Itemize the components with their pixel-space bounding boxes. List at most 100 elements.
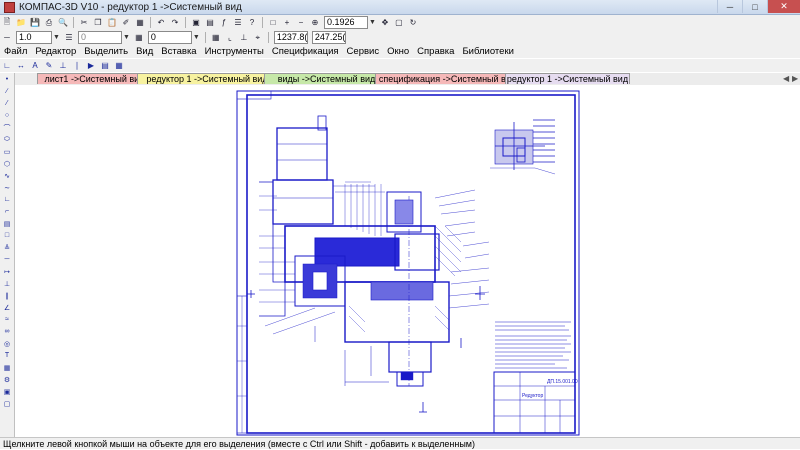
redo-icon[interactable]: ↷ — [169, 17, 181, 29]
zoom-scale-icon[interactable]: ⊕ — [309, 17, 321, 29]
menu-service[interactable]: Сервис — [347, 46, 380, 57]
zoom-window-icon[interactable]: □ — [267, 17, 279, 29]
menu-help[interactable]: Справка — [417, 46, 454, 57]
manager-icon[interactable]: ▣ — [190, 17, 202, 29]
copy-icon[interactable]: ❐ — [92, 17, 104, 29]
circle-icon[interactable]: ○ — [1, 110, 13, 121]
tab-sheet1[interactable]: лист1 ->Системный вид — [37, 73, 152, 84]
coord-x-field[interactable]: 1237.8( — [273, 31, 308, 44]
collect-contour-icon[interactable]: ◎ — [1, 338, 13, 349]
format-brush-icon[interactable]: ✐ — [120, 17, 132, 29]
zoom-in-icon[interactable]: + — [281, 17, 293, 29]
chamfer-icon[interactable]: ∟ — [1, 194, 13, 205]
print-preview-icon[interactable]: 🔍 — [57, 17, 69, 29]
layer-field[interactable]: 0 — [77, 31, 122, 44]
bisector-icon[interactable]: ∠ — [1, 302, 13, 313]
auxiliary-line-icon[interactable]: ∕ — [1, 86, 13, 97]
menu-file[interactable]: Файл — [4, 46, 27, 57]
line-width-dropdown-icon[interactable]: ▼ — [53, 34, 60, 41]
close-button[interactable]: ✕ — [767, 0, 800, 13]
contour-icon[interactable]: □ — [1, 230, 13, 241]
menu-insert[interactable]: Вставка — [161, 46, 196, 57]
zoom-out-icon[interactable]: − — [295, 17, 307, 29]
macro-icon[interactable]: ⚙ — [1, 374, 13, 385]
tab-scroll-right-icon[interactable]: ▶ — [792, 74, 798, 83]
parallel-icon[interactable]: ∥ — [1, 290, 13, 301]
snap-icon[interactable]: ⌖ — [252, 32, 264, 44]
tangent-icon[interactable]: ↦ — [1, 266, 13, 277]
menu-view[interactable]: Вид — [136, 46, 153, 57]
zoom-field[interactable]: 0.1926 — [324, 16, 368, 29]
refresh-icon[interactable]: ↻ — [407, 17, 419, 29]
line-width-field[interactable]: 1.0 — [16, 31, 52, 44]
menu-tools[interactable]: Инструменты — [205, 46, 264, 57]
parametrization-icon[interactable]: ⊥ — [57, 60, 69, 72]
undo-icon[interactable]: ↶ — [155, 17, 167, 29]
point-icon[interactable]: • — [1, 74, 13, 85]
dimensions-icon[interactable]: ↔ — [15, 60, 27, 72]
maximize-button[interactable]: □ — [742, 0, 767, 13]
variables-icon[interactable]: ƒ — [218, 17, 230, 29]
line-icon[interactable]: ─ — [1, 254, 13, 265]
ortho-icon[interactable]: ⊥ — [238, 32, 250, 44]
help-icon[interactable]: ? — [246, 17, 258, 29]
designations-icon[interactable]: A — [29, 60, 41, 72]
fillet-icon[interactable]: ⌐ — [1, 206, 13, 217]
nurbs-icon[interactable]: ≈ — [1, 314, 13, 325]
zoom-dropdown-icon[interactable]: ▼ — [369, 19, 376, 26]
library-icon[interactable]: ▤ — [204, 17, 216, 29]
reports-icon[interactable]: ▦ — [113, 60, 125, 72]
equidistant-icon[interactable]: ≜ — [1, 242, 13, 253]
minimize-button[interactable]: ─ — [717, 0, 742, 13]
coord-y-field[interactable]: 247.25( — [311, 31, 346, 44]
arc-icon[interactable]: ⌒ — [1, 122, 13, 133]
print-icon[interactable]: ⎙ — [43, 17, 55, 29]
view-icon[interactable]: ▢ — [1, 398, 13, 409]
spline-icon[interactable]: ∼ — [1, 182, 13, 193]
tab-views[interactable]: виды ->Системный вид — [264, 73, 389, 84]
menu-window[interactable]: Окно — [387, 46, 409, 57]
hatch-icon[interactable]: ▤ — [1, 218, 13, 229]
spec-icon[interactable]: ▤ — [99, 60, 111, 72]
save-icon[interactable]: 💾 — [29, 17, 41, 29]
tab-scroll-left-icon[interactable]: ◀ — [783, 74, 789, 83]
edit-icon[interactable]: ✎ — [43, 60, 55, 72]
grid-icon[interactable]: ▦ — [210, 32, 222, 44]
line-style-icon[interactable]: ─ — [1, 32, 13, 44]
pan-icon[interactable]: ✥ — [379, 17, 391, 29]
tab-reducer-1[interactable]: редуктор 1 ->Системный вид — [137, 73, 277, 84]
ellipse-icon[interactable]: ⬭ — [1, 134, 13, 145]
style-field[interactable]: 0 — [147, 31, 192, 44]
menu-select[interactable]: Выделить — [84, 46, 128, 57]
style-dropdown-icon[interactable]: ▼ — [193, 34, 200, 41]
geometry-icon[interactable]: ∟ — [1, 60, 13, 72]
rectangle-icon[interactable]: ▭ — [1, 146, 13, 157]
fragment-icon[interactable]: ▣ — [1, 386, 13, 397]
zoom-all-icon[interactable]: ▢ — [393, 17, 405, 29]
segment-icon[interactable]: ⁄ — [1, 98, 13, 109]
cut-icon[interactable]: ✂ — [78, 17, 90, 29]
menu-specification[interactable]: Спецификация — [272, 46, 339, 57]
layers-icon[interactable]: ☰ — [232, 17, 244, 29]
menu-libraries[interactable]: Библиотеки — [462, 46, 513, 57]
polyline-icon[interactable]: ∿ — [1, 170, 13, 181]
layer-dropdown-icon[interactable]: ▼ — [123, 34, 130, 41]
layer-icon[interactable]: ☰ — [63, 32, 75, 44]
text-icon[interactable]: T — [1, 350, 13, 361]
table-icon[interactable]: ▦ — [1, 362, 13, 373]
properties-icon[interactable]: ▦ — [134, 17, 146, 29]
bezier-icon[interactable]: ∞ — [1, 326, 13, 337]
paste-icon[interactable]: 📋 — [106, 17, 118, 29]
assembly-drawing[interactable]: ДП.15.001.00 Редуктор — [15, 86, 800, 437]
style-icon[interactable]: ▦ — [133, 32, 145, 44]
open-folder-icon[interactable]: 📁 — [15, 17, 27, 29]
local-cs-icon[interactable]: ⌞ — [224, 32, 236, 44]
perpendicular-icon[interactable]: ⊥ — [1, 278, 13, 289]
measure-icon[interactable]: ∣ — [71, 60, 83, 72]
polygon-icon[interactable]: ⬡ — [1, 158, 13, 169]
tab-reducer-1-active[interactable]: редуктор 1 ->Системный вид — [505, 73, 630, 84]
menu-editor[interactable]: Редактор — [35, 46, 76, 57]
select-icon[interactable]: ▶ — [85, 60, 97, 72]
new-document-icon[interactable]: 🗎 — [1, 17, 13, 29]
tab-specification[interactable]: спецификация ->Системный вид — [375, 73, 520, 84]
